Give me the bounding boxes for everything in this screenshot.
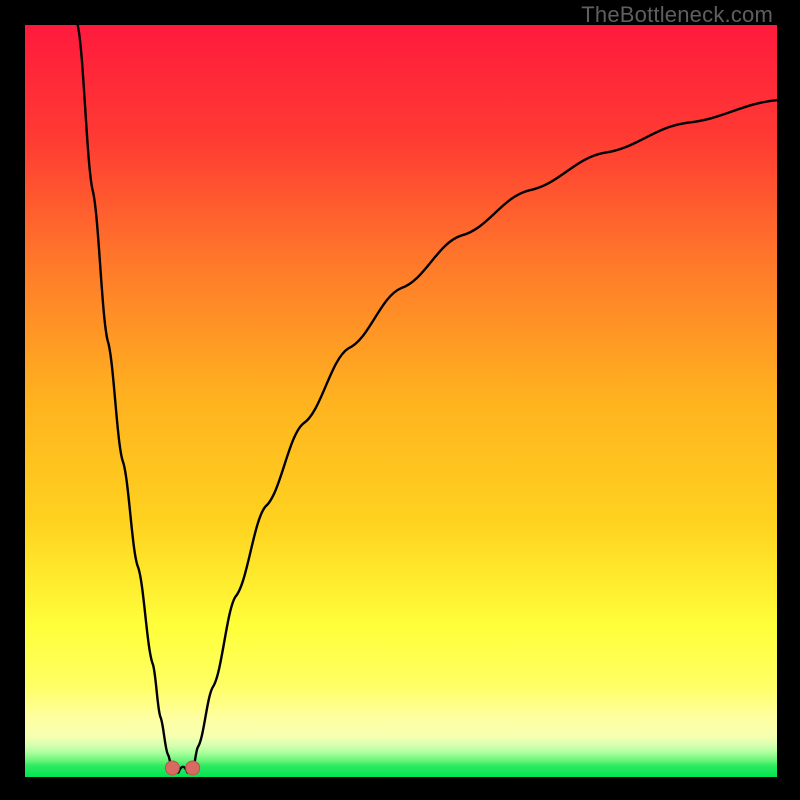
min-marker-2 xyxy=(186,761,200,775)
plot-area xyxy=(25,25,777,777)
gradient-background xyxy=(25,25,777,777)
stage: TheBottleneck.com xyxy=(0,0,800,800)
min-marker-1 xyxy=(165,761,179,775)
watermark-text: TheBottleneck.com xyxy=(581,2,773,28)
chart-svg xyxy=(25,25,777,777)
